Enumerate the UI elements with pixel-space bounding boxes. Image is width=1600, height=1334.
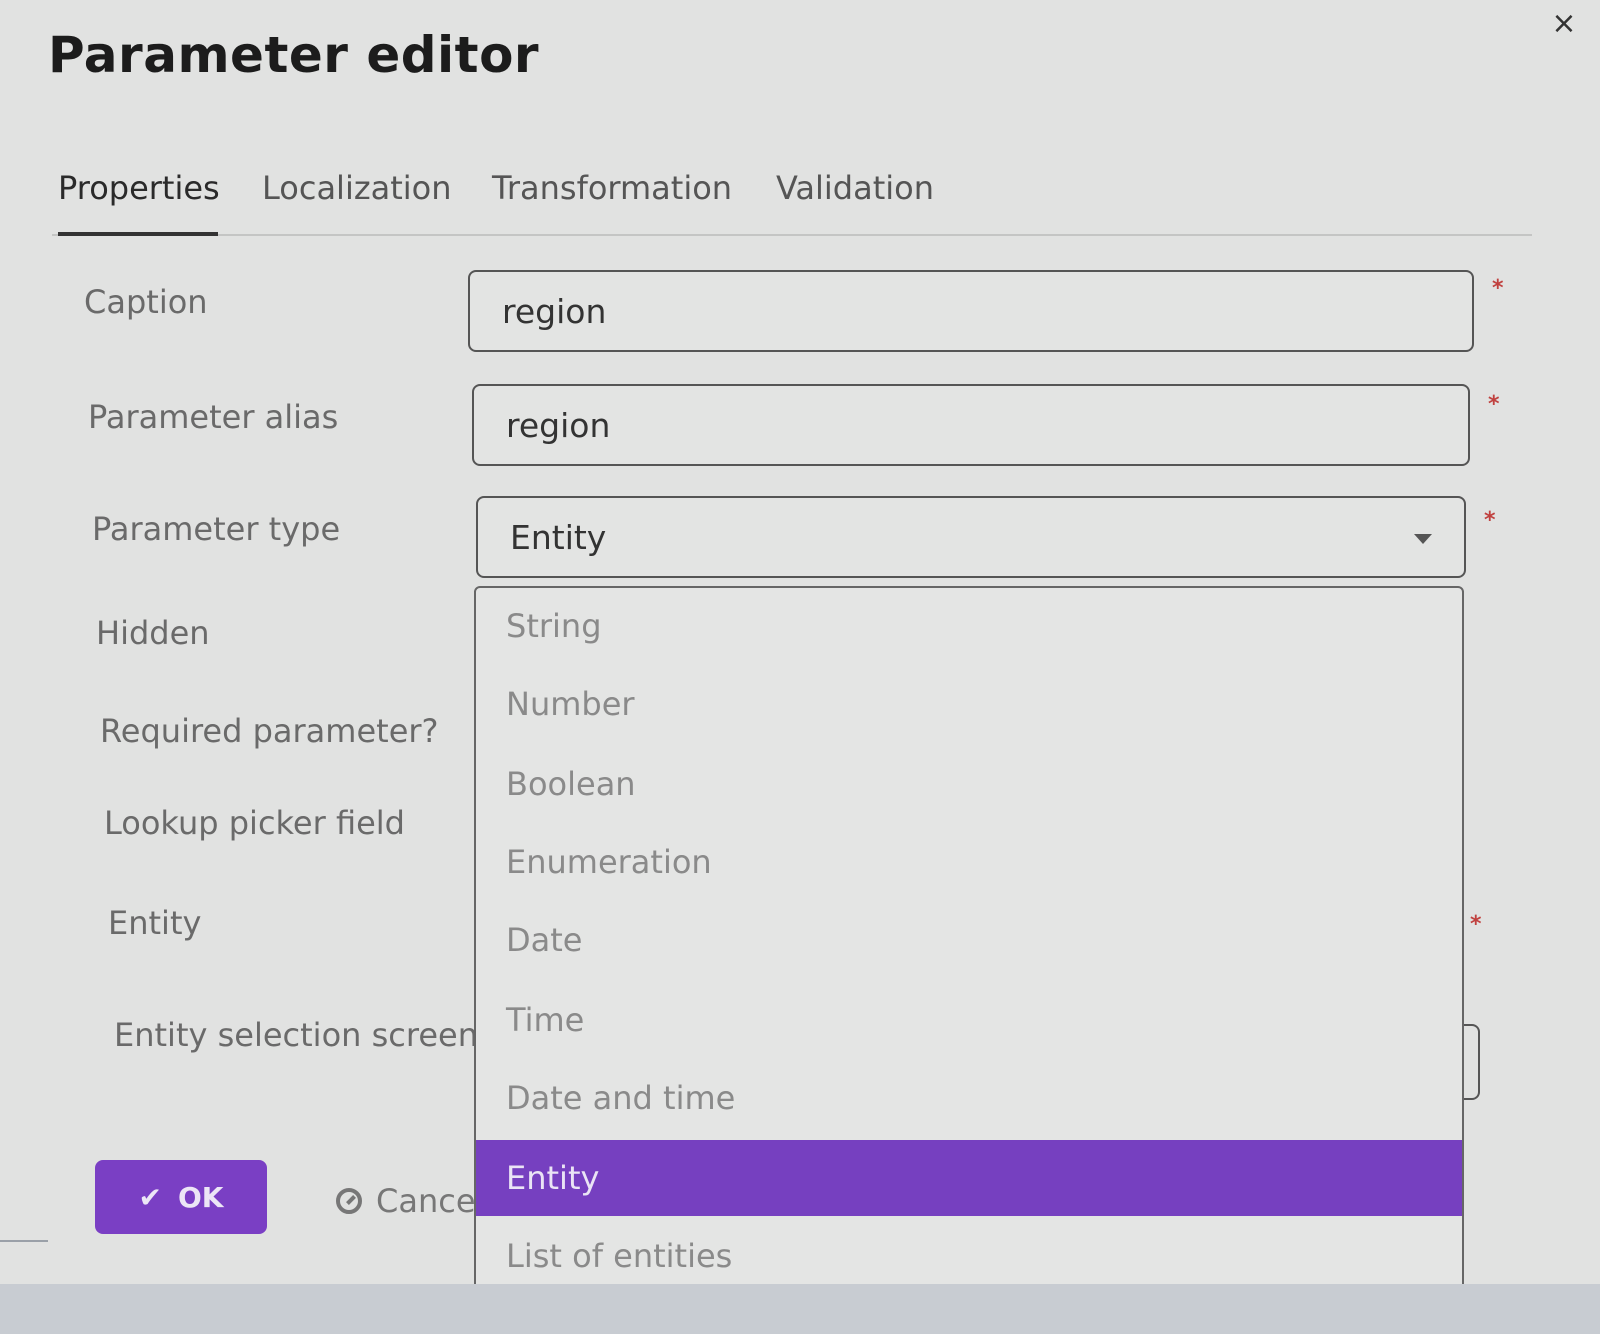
type-dropdown-list: String Number Boolean Enumeration Date T… bbox=[474, 586, 1464, 1316]
caption-value: region bbox=[502, 291, 607, 331]
tab-transformation[interactable]: Transformation bbox=[492, 162, 732, 236]
option-entity[interactable]: Entity bbox=[476, 1140, 1462, 1216]
tab-properties[interactable]: Properties bbox=[58, 162, 220, 236]
caption-input[interactable]: region bbox=[468, 270, 1474, 352]
divider bbox=[0, 1240, 48, 1242]
screen-label: Entity selection screen bbox=[114, 1016, 478, 1054]
option-enumeration[interactable]: Enumeration bbox=[476, 824, 1462, 900]
chevron-down-icon bbox=[1414, 534, 1432, 544]
close-icon[interactable]: × bbox=[1544, 4, 1584, 44]
ok-button[interactable]: ✔ OK bbox=[95, 1160, 267, 1234]
cancel-label: Cancel bbox=[376, 1182, 485, 1220]
type-select[interactable]: Entity bbox=[476, 496, 1466, 578]
required-label: Required parameter? bbox=[100, 712, 439, 750]
option-time[interactable]: Time bbox=[476, 982, 1462, 1058]
entity-label: Entity bbox=[108, 904, 202, 942]
tab-bar: Properties Localization Transformation V… bbox=[52, 162, 1532, 236]
hidden-label: Hidden bbox=[96, 614, 210, 652]
type-required-mark: * bbox=[1484, 508, 1496, 533]
option-string[interactable]: String bbox=[476, 588, 1462, 664]
check-icon: ✔ bbox=[138, 1180, 162, 1214]
alias-required-mark: * bbox=[1488, 392, 1500, 417]
tab-localization[interactable]: Localization bbox=[262, 162, 452, 236]
entity-required-mark: * bbox=[1470, 912, 1482, 937]
background-strip bbox=[0, 1284, 1600, 1334]
caption-label: Caption bbox=[84, 283, 208, 321]
parameter-editor-dialog: × Parameter editor Properties Localizati… bbox=[0, 0, 1600, 1334]
option-list-of-entities[interactable]: List of entities bbox=[476, 1218, 1462, 1294]
alias-label: Parameter alias bbox=[88, 398, 339, 436]
dialog-title: Parameter editor bbox=[48, 26, 540, 84]
option-date[interactable]: Date bbox=[476, 902, 1462, 978]
alias-input[interactable]: region bbox=[472, 384, 1470, 466]
type-value: Entity bbox=[510, 517, 607, 557]
cancel-icon bbox=[336, 1188, 362, 1214]
cancel-button[interactable]: Cancel bbox=[336, 1178, 484, 1224]
tab-validation[interactable]: Validation bbox=[776, 162, 934, 236]
type-label: Parameter type bbox=[92, 510, 341, 548]
alias-value: region bbox=[506, 405, 611, 445]
ok-label: OK bbox=[177, 1180, 224, 1214]
option-number[interactable]: Number bbox=[476, 666, 1462, 742]
option-date-and-time[interactable]: Date and time bbox=[476, 1060, 1462, 1136]
option-boolean[interactable]: Boolean bbox=[476, 746, 1462, 822]
lookup-label: Lookup picker field bbox=[104, 804, 405, 842]
caption-required-mark: * bbox=[1492, 276, 1504, 301]
